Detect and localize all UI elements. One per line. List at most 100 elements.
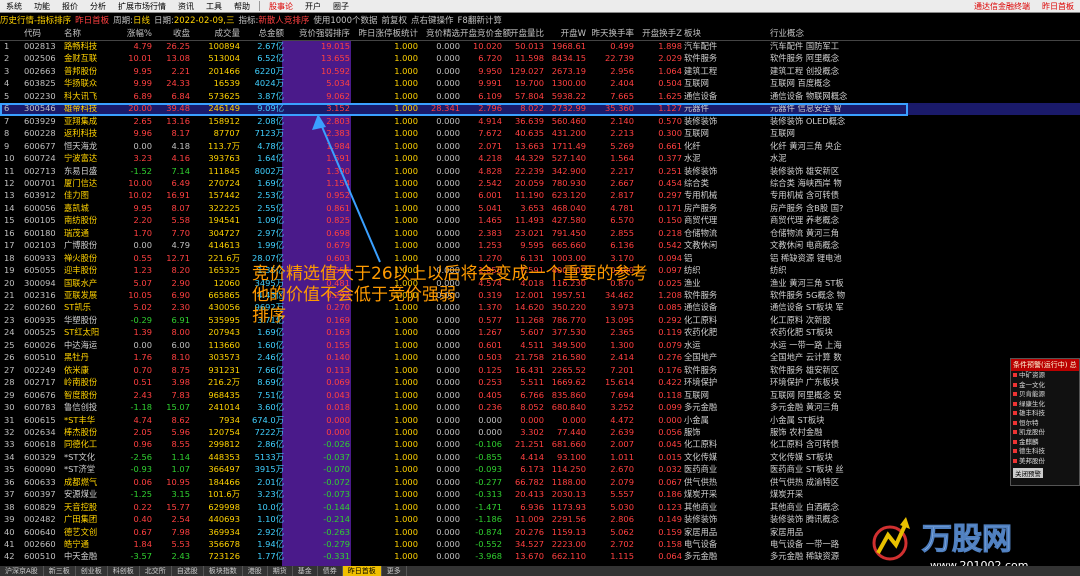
status-tab[interactable]: 期货 (268, 566, 293, 576)
header-turnover-yesterday[interactable]: 昨天换手率 (588, 27, 634, 41)
cell-name: 同德化工 (64, 439, 98, 450)
status-tab[interactable]: 基金 (293, 566, 318, 576)
menu-news[interactable]: 资讯 (172, 1, 200, 12)
cell-code: 002663 (24, 65, 56, 76)
table-row[interactable]: 2 002506 金财互联 10.01 13.08 513004 6.52亿 13.655 1.… (0, 53, 1080, 65)
menu-tools[interactable]: 工具 (200, 1, 228, 12)
table-row[interactable]: 13 603912 佳力图 10.02 16.91 157442 2.53亿 0.952 1.0… (0, 190, 1080, 202)
table-row[interactable]: 12 000701 厦门信达 10.00 6.49 270724 1.69亿 1.154 1.0… (0, 178, 1080, 190)
alert-item[interactable]: 恒尔特 (1011, 419, 1079, 429)
cell-concept: 仓储物流 黄河三角 (770, 227, 840, 238)
table-row[interactable]: 35 600090 *ST济堂 -0.93 1.07 366497 3915万 -0.070 1… (0, 464, 1080, 476)
alert-item-label: 凯龙股份 (1019, 428, 1045, 436)
cell-concept: 文化传媒 ST板块 (770, 451, 833, 462)
status-tab[interactable]: 科创板 (108, 566, 140, 576)
menu-system[interactable]: 系统 (0, 1, 28, 12)
alert-item[interactable]: 金一文化 (1011, 381, 1079, 391)
table-row[interactable]: 9 600677 恒天海龙 0.00 4.18 113.7万 4.78亿 1.984 1.000… (0, 141, 1080, 153)
status-tab[interactable]: 自选股 (172, 566, 204, 576)
header-auction-strength[interactable]: 竞价强弱排序 (284, 27, 350, 41)
menu-quote[interactable]: 报价 (56, 1, 84, 12)
alert-item[interactable]: 德生科技 (1011, 447, 1079, 457)
status-tab[interactable]: 港股 (243, 566, 268, 576)
cell-auction-pick: 0.000 (436, 389, 460, 400)
table-row[interactable]: 33 600618 同德化工 0.96 8.55 299812 2.86亿 -0.026 1.0… (0, 439, 1080, 451)
status-tab[interactable]: 更多 (382, 566, 407, 576)
table-row[interactable]: 1 002813 路畅科技 4.79 26.25 100894 2.67亿 19.015 1.0… (0, 41, 1080, 53)
alert-panel-title[interactable]: 条件预警(运行中) 总 (1011, 359, 1079, 371)
table-row[interactable]: 14 600056 嘉凯城 9.95 8.07 322225 2.55亿 0.861 1.000… (0, 203, 1080, 215)
header-amount[interactable]: 总金额 (244, 27, 284, 41)
alert-item[interactable]: 凯龙股份 (1011, 428, 1079, 438)
alert-item[interactable]: 绿康生化 (1011, 400, 1079, 410)
menu-analysis[interactable]: 分析 (84, 1, 112, 12)
table-row[interactable]: 26 600510 黑牡丹 1.76 8.10 303573 2.46亿 0.140 1.000… (0, 352, 1080, 364)
menu-extended-market[interactable]: 扩展市场行情 (112, 1, 172, 12)
table-row[interactable]: 15 600105 南纺股份 2.20 5.58 194541 1.09亿 0.825 1.00… (0, 215, 1080, 227)
header-code[interactable]: 代码 (24, 27, 64, 41)
header-open-turnover[interactable]: 开盘换手Z (636, 27, 682, 41)
table-row[interactable]: 30 600783 鲁信创投 -1.18 15.07 241014 3.60亿 0.018 1.… (0, 402, 1080, 414)
alert-item[interactable]: 贝肯能源 (1011, 390, 1079, 400)
header-sector[interactable]: 板块 (684, 27, 768, 41)
period-value[interactable]: 日线 (133, 14, 150, 26)
menu-help[interactable]: 帮助 (228, 1, 256, 12)
header-close[interactable]: 收盘 (152, 27, 190, 41)
table-row[interactable]: 34 600329 *ST文化 -2.56 1.14 448353 5133万 -0.037 1… (0, 452, 1080, 464)
menu-stock-talk[interactable]: 股事论 (263, 1, 299, 12)
table-row[interactable]: 3 002663 普邦股份 9.95 2.21 201466 6220万 10.592 1.00… (0, 66, 1080, 78)
status-tab[interactable]: 新三板 (44, 566, 76, 576)
indicator-value[interactable]: 新散人竞排序 (258, 14, 309, 26)
table-row[interactable]: 17 002103 广博股份 0.00 4.79 414613 1.99亿 0.679 1.00… (0, 240, 1080, 252)
block-name[interactable]: 昨日首板 (75, 14, 109, 26)
header-volume[interactable]: 成交量 (192, 27, 240, 41)
table-row[interactable]: 11 002713 东易日盛 -1.52 7.14 111845 8002万 1.390 1.0… (0, 166, 1080, 178)
alert-dot-icon (1013, 430, 1017, 434)
status-tab[interactable]: 沪深京A股 (0, 566, 44, 576)
table-row[interactable]: 25 600026 中达海运 0.00 6.00 113660 1.60亿 0.155 1.00… (0, 340, 1080, 352)
header-open-ratio[interactable]: 开盘量比 (502, 27, 544, 41)
header-concept[interactable]: 行业概念 (770, 27, 910, 41)
table-row[interactable]: 37 600397 安源煤业 -1.25 3.15 101.6万 3.23亿 -0.073 1.… (0, 489, 1080, 501)
status-tab[interactable]: 债券 (318, 566, 343, 576)
menu-circle[interactable]: 圈子 (327, 1, 355, 12)
status-tab[interactable]: 北交所 (140, 566, 172, 576)
table-row[interactable]: 24 000525 ST红太阳 1.39 8.00 207943 1.69亿 0.163 1.0… (0, 327, 1080, 339)
header-open-w[interactable]: 开盘W (544, 27, 586, 41)
header-row-number[interactable] (4, 27, 22, 41)
status-tab[interactable]: 创业板 (76, 566, 108, 576)
header-auction-pick[interactable]: 竞价精选 (420, 27, 460, 41)
alert-item[interactable]: 雄丰科技 (1011, 409, 1079, 419)
date-value[interactable]: 2022-02-09,三 (174, 14, 235, 26)
table-row[interactable]: 32 002634 棒杰股份 2.05 5.96 120754 7222万 0.000 1.00… (0, 427, 1080, 439)
menu-open-account[interactable]: 开户 (299, 1, 327, 12)
cell-auction-strength: 0.155 (326, 339, 350, 350)
table-row[interactable]: 7 603929 亚翔集成 2.65 13.16 158912 2.08亿 2.803 1.00… (0, 116, 1080, 128)
alert-item[interactable]: 金麒麟 (1011, 438, 1079, 448)
table-row[interactable]: 5 002230 科大讯飞 6.89 6.84 573625 3.87亿 9.062 1.000… (0, 91, 1080, 103)
menu-function[interactable]: 功能 (28, 1, 56, 12)
table-row[interactable]: 29 600676 智度股份 2.43 7.83 968435 7.51亿 0.043 1.00… (0, 390, 1080, 402)
cell-sector: 化工原料 (684, 439, 718, 450)
table-row[interactable]: 31 600615 *ST丰华 4.74 8.62 7934 674.0万 0.000 1.00… (0, 415, 1080, 427)
header-change-pct[interactable]: 涨幅% (112, 27, 152, 41)
status-tab[interactable]: 板块指数 (204, 566, 243, 576)
cell-open-ratio: 21.251 (514, 439, 544, 450)
table-row[interactable]: 4 603825 华扬联众 9.99 24.33 16539 4024万 5.034 1.000… (0, 78, 1080, 90)
table-row[interactable]: 8 600228 返利科技 9.96 8.17 87707 7123万 2.383 1.000 0… (0, 128, 1080, 140)
header-limit-stat[interactable]: 昨日涨停板统计 (352, 27, 418, 41)
status-tab[interactable]: 昨日首板 (342, 566, 382, 576)
close-alert-button[interactable]: 关闭预警 (1013, 468, 1043, 478)
table-row[interactable]: 10 600724 宁波富达 3.23 4.16 393763 1.64亿 1.591 1.00… (0, 153, 1080, 165)
alert-item[interactable]: 美邦股份 (1011, 457, 1079, 467)
header-name[interactable]: 名称 (64, 27, 110, 41)
adjust-mode[interactable]: 前复权 (382, 14, 408, 26)
table-row[interactable]: 28 002717 岭南股份 0.51 3.98 216.2万 8.69亿 0.069 1.00… (0, 377, 1080, 389)
alert-item[interactable]: 中矿资源 (1011, 371, 1079, 381)
table-row[interactable]: 36 600633 成都燃气 0.06 10.95 184466 2.01亿 -0.072 1.… (0, 477, 1080, 489)
cell-open-ratio: 9.595 (520, 240, 544, 251)
table-row[interactable]: 27 002249 依米康 0.70 8.75 931231 7.66亿 0.113 1.000… (0, 365, 1080, 377)
table-row[interactable]: 16 600180 瑞茂通 1.70 7.70 304727 2.97亿 0.698 1.000… (0, 228, 1080, 240)
table-row[interactable]: 18 600933 禅火股份 0.55 12.71 221.6万 28.07亿 0.603 1.… (0, 253, 1080, 265)
header-open-amount[interactable]: 开盘竞价金额 (460, 27, 511, 41)
